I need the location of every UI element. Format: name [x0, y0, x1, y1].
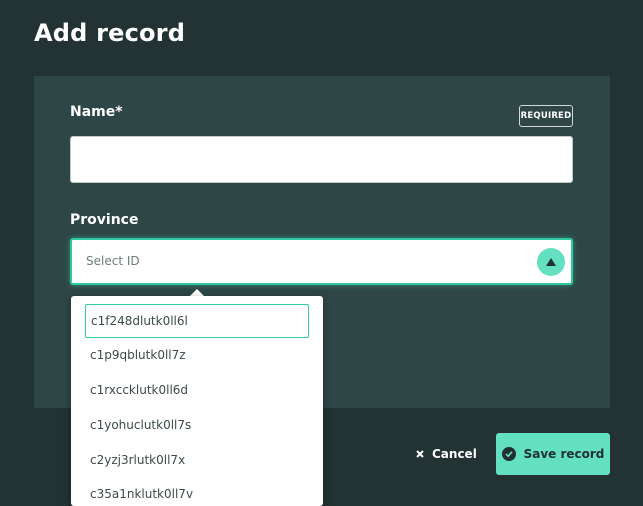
- province-placeholder: Select ID: [86, 254, 140, 268]
- province-select[interactable]: Select ID: [70, 238, 573, 285]
- cancel-label: Cancel: [432, 447, 477, 461]
- close-icon: [416, 450, 424, 458]
- save-record-label: Save record: [523, 447, 605, 461]
- cancel-button[interactable]: Cancel: [416, 440, 480, 468]
- dropdown-toggle-button[interactable]: [537, 248, 565, 276]
- dropdown-option[interactable]: c1rxccklutk0ll6d: [90, 383, 188, 397]
- dropdown-search-value: c1f248dlutk0ll6l: [91, 314, 188, 328]
- dropdown-search-input[interactable]: c1f248dlutk0ll6l: [85, 304, 309, 338]
- name-label: Name*: [70, 104, 123, 120]
- dropdown-option[interactable]: c35a1nklutk0ll7v: [90, 487, 193, 501]
- save-record-button[interactable]: Save record: [496, 433, 610, 475]
- page-title: Add record: [34, 19, 186, 47]
- triangle-up-icon: [546, 258, 556, 266]
- dropdown-option[interactable]: c1yohuclutk0ll7s: [90, 418, 191, 432]
- dropdown-option[interactable]: c1p9qblutk0ll7z: [90, 348, 186, 362]
- dropdown-option[interactable]: c2yzj3rlutk0ll7x: [90, 453, 185, 467]
- province-label: Province: [70, 212, 139, 228]
- required-badge: REQUIRED: [519, 105, 573, 127]
- name-input[interactable]: [70, 136, 573, 183]
- province-dropdown: c1f248dlutk0ll6l c1p9qblutk0ll7z c1rxcck…: [71, 296, 323, 506]
- check-circle-icon: [501, 447, 516, 461]
